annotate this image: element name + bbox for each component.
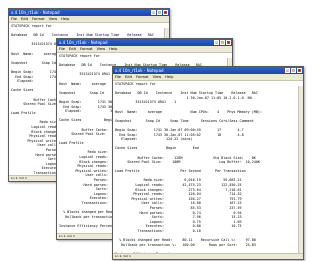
title-bar[interactable]: x.4 10n_rt1ok - Notepad _ □ × xyxy=(113,67,303,74)
text-area[interactable]: STATSPACK report for Database DB Id Insta… xyxy=(113,81,303,258)
menu-help[interactable]: Help xyxy=(61,16,69,22)
menu-edit[interactable]: Edit xyxy=(21,16,28,22)
minimize-button[interactable]: _ xyxy=(214,40,219,45)
close-button[interactable]: × xyxy=(163,10,168,15)
menu-edit[interactable]: Edit xyxy=(69,46,76,52)
menu-format[interactable]: Format xyxy=(80,46,93,52)
close-button[interactable]: × xyxy=(297,68,302,73)
maximize-button[interactable]: □ xyxy=(157,10,162,15)
menu-format[interactable]: Format xyxy=(136,74,149,80)
menu-view[interactable]: View xyxy=(49,16,58,22)
notepad-window-front[interactable]: x.4 10n_rt1ok - Notepad _ □ × File Edit … xyxy=(112,66,304,260)
menu-bar: File Edit Format View Help xyxy=(9,16,169,23)
menu-view[interactable]: View xyxy=(97,46,106,52)
window-title: x.4 10n_rt1ok - Notepad xyxy=(59,40,108,45)
menu-file[interactable]: File xyxy=(11,16,17,22)
minimize-button[interactable]: _ xyxy=(151,10,156,15)
menu-format[interactable]: Format xyxy=(32,16,45,22)
menu-file[interactable]: File xyxy=(59,46,65,52)
vertical-scrollbar[interactable] xyxy=(298,86,303,254)
menu-view[interactable]: View xyxy=(153,74,162,80)
window-title: x.4 10n_rt1ok - Notepad xyxy=(11,10,60,15)
status-text: Ln 1, Col 1 xyxy=(59,234,75,238)
maximize-button[interactable]: □ xyxy=(220,40,225,45)
menu-edit[interactable]: Edit xyxy=(125,74,132,80)
status-text: Ln 1, Col 1 xyxy=(11,176,27,180)
menu-help[interactable]: Help xyxy=(165,74,173,80)
status-text: Ln 1, Col 1 xyxy=(115,254,131,258)
window-title: x.4 10n_rt1ok - Notepad xyxy=(115,68,164,73)
minimize-button[interactable]: _ xyxy=(285,68,290,73)
menu-file[interactable]: File xyxy=(115,74,121,80)
menu-bar: File Edit Format View Help xyxy=(113,74,303,81)
status-bar: Ln 1, Col 1 xyxy=(113,253,303,259)
close-button[interactable]: × xyxy=(226,40,231,45)
menu-bar: File Edit Format View Help xyxy=(57,46,232,53)
menu-help[interactable]: Help xyxy=(109,46,117,52)
title-bar[interactable]: x.4 10n_rt1ok - Notepad _ □ × xyxy=(9,9,169,16)
title-bar[interactable]: x.4 10n_rt1ok - Notepad _ □ × xyxy=(57,39,232,46)
maximize-button[interactable]: □ xyxy=(291,68,296,73)
